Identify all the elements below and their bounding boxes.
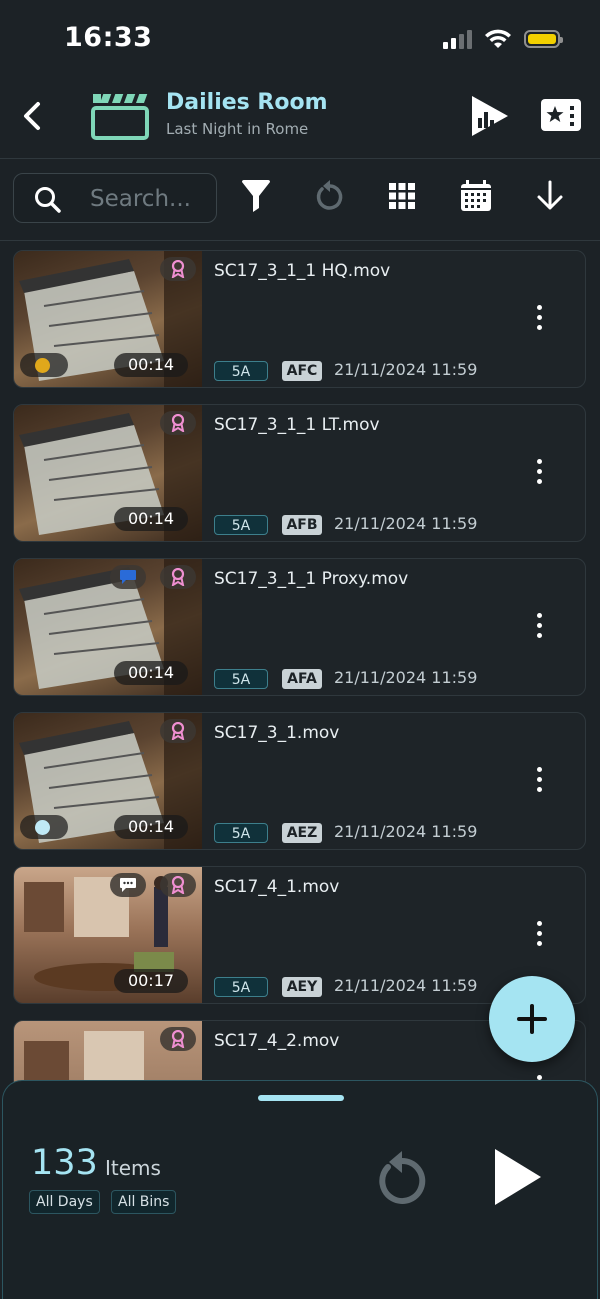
clip-card[interactable]: 00:17 SC17_4_1.mov 5A AEY 21/11/2024 11:5…: [13, 866, 586, 1004]
sheet-drag-handle[interactable]: [258, 1095, 344, 1101]
color-label-badge: [20, 353, 68, 377]
play-all-button[interactable]: [493, 1147, 543, 1207]
back-button[interactable]: [18, 98, 48, 134]
clip-filename: SC17_3_1_1 Proxy.mov: [214, 569, 409, 589]
approval-badge: [160, 565, 196, 589]
toolbar: [0, 158, 600, 241]
plus-icon: [517, 1004, 547, 1034]
scene-chip: 5A: [214, 977, 268, 997]
bins-filter-chip[interactable]: All Bins: [111, 1190, 177, 1214]
award-ribbon-icon: [171, 568, 185, 586]
scene-chip: 5A: [214, 669, 268, 689]
clip-datetime: 21/11/2024 11:59: [334, 976, 478, 995]
search-box[interactable]: [13, 173, 217, 223]
clip-datetime: 21/11/2024 11:59: [334, 360, 478, 379]
comment-badge: [110, 873, 146, 897]
award-ribbon-icon: [171, 260, 185, 278]
favorites-button[interactable]: [540, 98, 582, 132]
scene-chip: 5A: [214, 515, 268, 535]
scene-chip: 5A: [214, 361, 268, 381]
clip-thumbnail[interactable]: 00:14: [14, 713, 202, 849]
clip-filename: SC17_4_2.mov: [214, 1031, 340, 1051]
award-ribbon-icon: [171, 1030, 185, 1048]
bottom-sheet: 133 Items All Days All Bins: [2, 1080, 598, 1299]
more-options-button[interactable]: [529, 459, 549, 489]
days-filter-chip[interactable]: All Days: [29, 1190, 100, 1214]
more-options-button[interactable]: [529, 921, 549, 951]
app-header: Dailies Room Last Night in Rome: [0, 80, 600, 159]
status-bar: 16:33: [0, 0, 600, 80]
clip-duration: 00:14: [114, 815, 188, 839]
cellular-signal-icon: [443, 29, 472, 49]
clip-duration: 00:14: [114, 661, 188, 685]
approval-badge: [160, 257, 196, 281]
clip-card[interactable]: 00:14 SC17_3_1_1 LT.mov 5A AFB 21/11/2024…: [13, 404, 586, 542]
approval-badge: [160, 1027, 196, 1051]
take-chip: AEY: [282, 977, 322, 997]
color-label-badge: [20, 815, 68, 839]
search-icon: [35, 187, 61, 213]
page-title: Dailies Room: [166, 90, 328, 115]
clip-duration: 00:14: [114, 507, 188, 531]
clip-thumbnail[interactable]: 00:14: [14, 251, 202, 387]
battery-icon: [524, 30, 563, 48]
clip-card[interactable]: 00:14 SC17_3_1_1 HQ.mov 5A AFC 21/11/2024…: [13, 250, 586, 388]
take-chip: AEZ: [282, 823, 322, 843]
take-chip: AFC: [282, 361, 322, 381]
more-options-button[interactable]: [529, 767, 549, 797]
clip-thumbnail[interactable]: 00:14: [14, 559, 202, 695]
more-options-button[interactable]: [529, 305, 549, 335]
clip-card[interactable]: 00:14 SC17_3_1_1 Proxy.mov 5A AFA 21/11/2…: [13, 558, 586, 696]
clip-duration: 00:14: [114, 353, 188, 377]
clip-filename: SC17_3_1_1 HQ.mov: [214, 261, 391, 281]
clip-datetime: 21/11/2024 11:59: [334, 822, 478, 841]
item-count: 133: [31, 1143, 98, 1183]
approval-badge: [160, 873, 196, 897]
project-subtitle: Last Night in Rome: [166, 120, 309, 138]
comment-icon: [120, 570, 136, 584]
award-ribbon-icon: [171, 414, 185, 432]
scene-chip: 5A: [214, 823, 268, 843]
clip-filename: SC17_3_1.mov: [214, 723, 340, 743]
clip-card[interactable]: 00:14 SC17_3_1.mov 5A AEZ 21/11/2024 11:5…: [13, 712, 586, 850]
clapperboard-icon: [91, 94, 149, 140]
approval-badge: [160, 411, 196, 435]
refresh-icon[interactable]: [314, 178, 346, 214]
clip-thumbnail[interactable]: 00:17: [14, 867, 202, 1003]
take-chip: AFB: [282, 515, 322, 535]
status-icons: [443, 28, 563, 50]
clip-duration: 00:17: [114, 969, 188, 993]
clip-datetime: 21/11/2024 11:59: [334, 514, 478, 533]
search-input[interactable]: [88, 182, 212, 216]
award-ribbon-icon: [171, 722, 185, 740]
calendar-icon[interactable]: [460, 180, 492, 212]
clip-datetime: 21/11/2024 11:59: [334, 668, 478, 687]
take-chip: AFA: [282, 669, 322, 689]
award-ribbon-icon: [171, 876, 185, 894]
sort-down-icon[interactable]: [536, 178, 564, 214]
wifi-icon: [485, 29, 511, 48]
comment-badge: [110, 565, 146, 589]
add-clip-button[interactable]: [489, 976, 575, 1062]
item-count-label: Items: [105, 1156, 161, 1180]
clip-filename: SC17_3_1_1 LT.mov: [214, 415, 380, 435]
grid-view-icon[interactable]: [388, 182, 416, 210]
approval-badge: [160, 719, 196, 743]
comment-icon: [120, 878, 136, 892]
play-stats-button[interactable]: [470, 94, 510, 138]
clip-thumbnail[interactable]: 00:14: [14, 405, 202, 541]
clip-filename: SC17_4_1.mov: [214, 877, 340, 897]
more-options-button[interactable]: [529, 613, 549, 643]
replay-icon[interactable]: [375, 1149, 429, 1205]
filter-icon[interactable]: [240, 178, 272, 214]
status-time: 16:33: [64, 22, 153, 53]
